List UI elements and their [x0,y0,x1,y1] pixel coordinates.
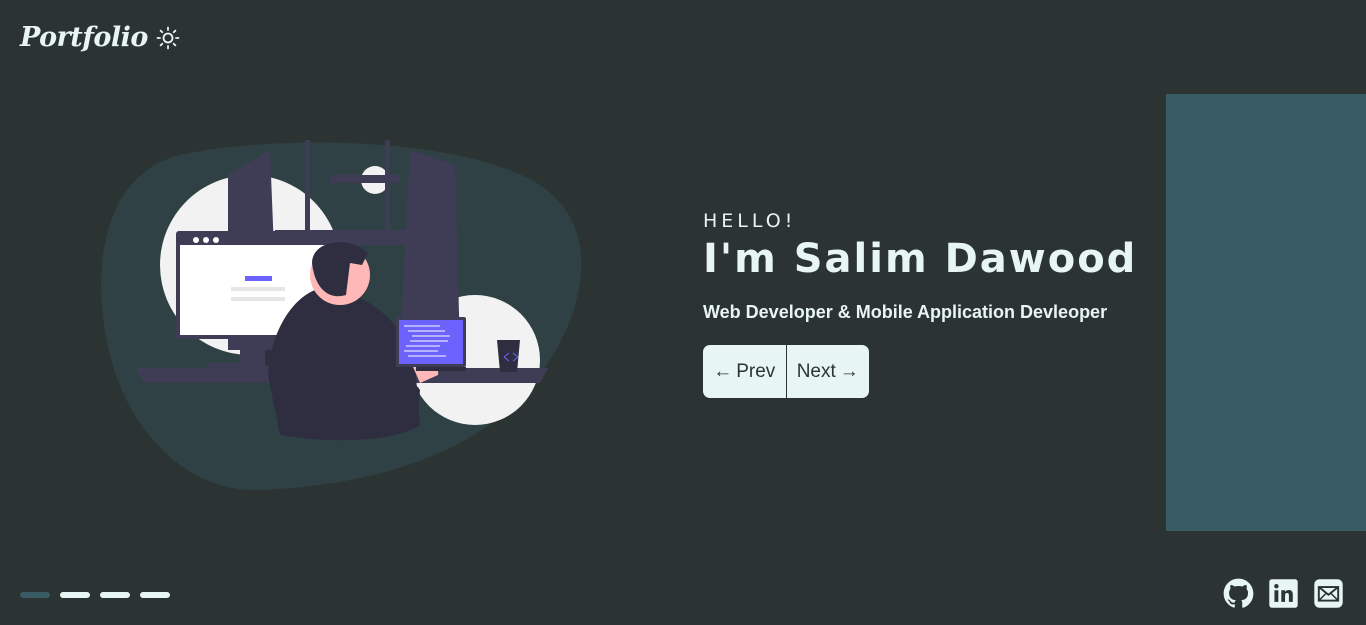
pager-dot-4[interactable] [140,592,170,598]
pager-dot-2[interactable] [60,592,90,598]
github-icon[interactable] [1223,578,1254,609]
developer-illustration [101,140,582,491]
slide-pager [20,592,170,598]
prev-button[interactable]: ← Prev [703,345,786,398]
sun-icon[interactable] [156,26,180,50]
next-label: Next [796,360,836,382]
hero: HELLO! I'm Salim Dawood Web Developer & … [703,210,1137,398]
pager-dot-1[interactable] [20,592,50,598]
prev-label: Prev [736,360,776,382]
mail-icon[interactable] [1313,578,1344,609]
side-panel [1166,94,1366,531]
hero-name: I'm Salim Dawood [703,236,1138,282]
pager-dot-3[interactable] [100,592,130,598]
arrow-left-icon: ← [713,360,733,382]
hero-subtitle: Web Developer & Mobile Application Devle… [703,302,1108,322]
linkedin-icon[interactable] [1268,578,1299,609]
slider-controls: ← Prev Next → [703,345,869,398]
social-links [1223,578,1344,609]
logo[interactable]: Portfolio [20,22,180,53]
logo-text: Portfolio [20,22,148,53]
arrow-right-icon: → [839,360,859,382]
greeting: HELLO! [703,210,797,232]
next-button[interactable]: Next → [787,345,870,398]
